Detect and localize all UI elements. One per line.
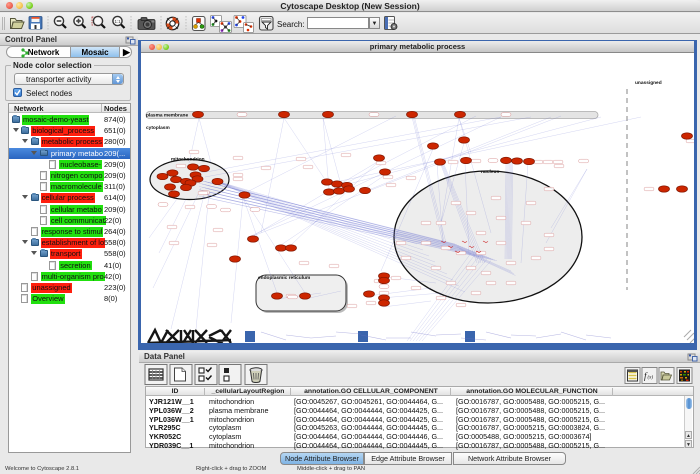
svg-text:(x): (x) [648,376,654,381]
svg-text:1:1: 1:1 [115,19,122,24]
svg-text:unassigned: unassigned [635,80,662,86]
svg-text:endoplasmic reticulum: endoplasmic reticulum [258,275,310,281]
svg-text:cytoplasm: cytoplasm [146,125,170,131]
svg-text:mitochondrion: mitochondrion [171,157,205,163]
svg-text:nucleus: nucleus [481,169,499,175]
svg-text:plasma membrane: plasma membrane [146,113,188,119]
